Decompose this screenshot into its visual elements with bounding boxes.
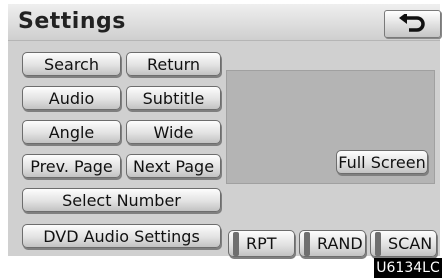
subtitle-button[interactable]: Subtitle [126,86,221,110]
rpt-label: RPT [246,234,277,253]
select-number-button[interactable]: Select Number [22,188,221,212]
angle-button[interactable]: Angle [22,120,121,144]
return-arrow-icon [399,14,425,32]
rand-indicator [304,231,310,256]
rand-label: RAND [317,234,363,253]
scan-button[interactable]: SCAN [370,230,437,257]
prev-page-button[interactable]: Prev. Page [22,154,121,178]
search-button[interactable]: Search [22,52,121,76]
next-page-button[interactable]: Next Page [126,154,221,178]
rpt-button[interactable]: RPT [228,230,295,257]
scan-label: SCAN [388,234,433,253]
figure-code-label: U6134LC [374,258,442,278]
dvd-audio-settings-button[interactable]: DVD Audio Settings [22,224,221,248]
page-title: Settings [18,9,126,34]
header-bar: Settings [8,4,441,41]
return-button[interactable]: Return [126,52,221,76]
rpt-indicator [233,231,239,256]
wide-button[interactable]: Wide [126,120,221,144]
rand-button[interactable]: RAND [299,230,366,257]
scan-indicator [375,231,381,256]
back-button[interactable] [384,10,441,38]
full-screen-button[interactable]: Full Screen [336,150,428,174]
audio-button[interactable]: Audio [22,86,121,110]
